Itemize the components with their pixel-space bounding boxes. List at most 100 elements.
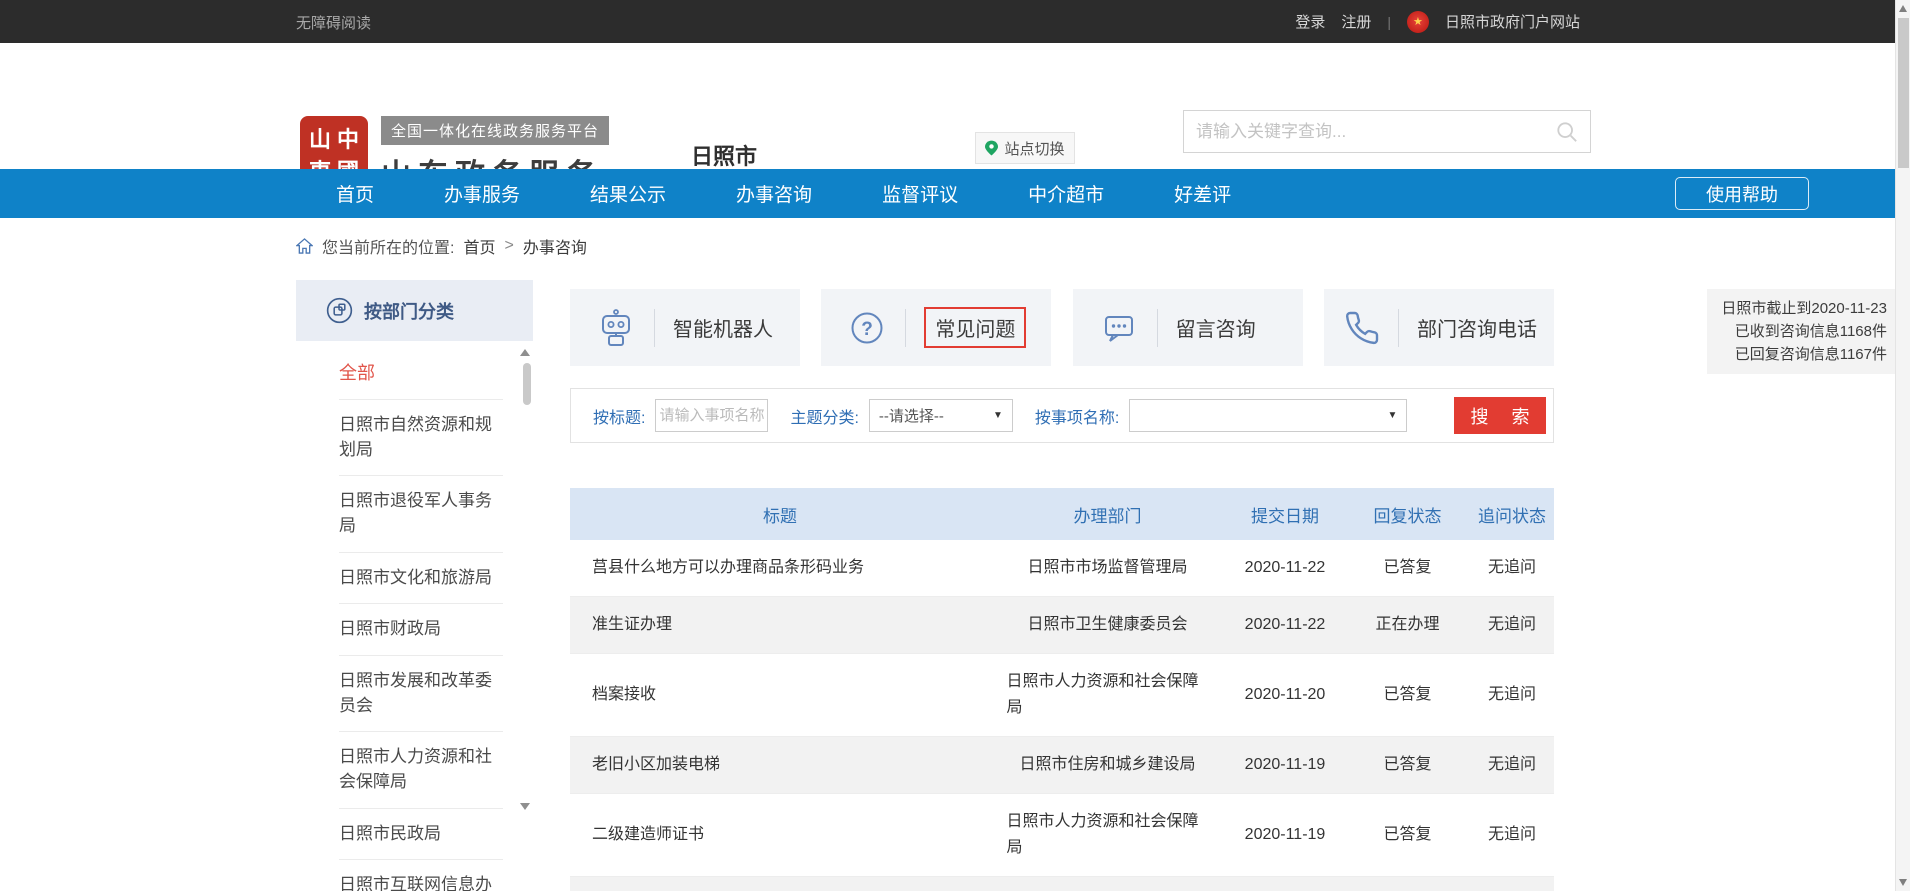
tab-divider (1157, 309, 1158, 347)
col-department: 办理部门 (990, 502, 1225, 527)
sidebar-item[interactable]: 日照市退役军人事务局 (339, 476, 503, 552)
row-title-link[interactable]: 准生证办理 (570, 597, 990, 653)
row-title-link[interactable]: 老旧小区加装电梯 (570, 737, 990, 793)
nav-item[interactable]: 好差评 (1174, 180, 1231, 207)
topic-filter-label: 主题分类: (790, 404, 858, 428)
tab-divider (1398, 309, 1399, 347)
table-cell: 日照市住房和城乡建设局 (990, 737, 1225, 793)
sidebar-scrollbar-thumb[interactable] (523, 363, 531, 405)
table-row: 二级建造师证书日照市人力资源和社会保障局2020-11-19已答复无追问 (570, 794, 1554, 877)
item-select[interactable]: ▼ (1129, 399, 1407, 432)
table-cell: 无追问 (1470, 737, 1554, 793)
tab-faq-label-highlighted: 常见问题 (924, 307, 1026, 348)
header: 山 中 東 國 全国一体化在线政务服务平台 山东政务服务 日照市 站点切换 全部… (0, 43, 1910, 169)
col-date: 提交日期 (1225, 502, 1345, 527)
register-link[interactable]: 注册 (1341, 11, 1371, 32)
main-content: 智能机器人 ? 常见问题 留言咨询 (570, 289, 1554, 891)
sidebar-scroll-up-icon[interactable] (520, 349, 530, 356)
consult-tabs: 智能机器人 ? 常见问题 留言咨询 (570, 289, 1554, 366)
tab-divider (905, 309, 906, 347)
table-cell: 2020-11-22 (1225, 597, 1345, 653)
page-scrollbar-thumb[interactable] (1898, 18, 1909, 168)
main-nav: 首页 办事服务 结果公示 办事咨询 监督评议 中介超市 好差评 使用帮助 (0, 169, 1910, 218)
title-filter-label: 按标题: (593, 404, 645, 428)
title-filter-input[interactable] (655, 399, 768, 432)
site-switch-button[interactable]: 站点切换 (975, 132, 1075, 164)
sidebar-body: 全部日照市自然资源和规划局日照市退役军人事务局日照市文化和旅游局日照市财政局日照… (296, 341, 533, 891)
nav-item[interactable]: 办事咨询 (736, 180, 812, 207)
portal-link[interactable]: 日照市政府门户网站 (1445, 11, 1580, 32)
login-link[interactable]: 登录 (1295, 11, 1325, 32)
accessibility-link[interactable]: 无障碍阅读 (296, 12, 371, 33)
category-icon (326, 297, 353, 324)
nav-item[interactable]: 结果公示 (590, 180, 666, 207)
row-title-link[interactable]: 二级建造师证书 (570, 807, 990, 863)
sidebar-list: 全部日照市自然资源和规划局日照市退役军人事务局日照市文化和旅游局日照市财政局日照… (296, 341, 533, 891)
nav-item[interactable]: 中介超市 (1028, 180, 1104, 207)
stats-line-2: 已收到咨询信息1168件 (1717, 320, 1887, 343)
table-row: 莒县什么地方可以办理商品条形码业务日照市市场监督管理局2020-11-22已答复… (570, 540, 1554, 597)
chevron-down-icon: ▼ (993, 410, 1003, 421)
tab-faq[interactable]: ? 常见问题 (821, 289, 1051, 366)
robot-icon (596, 308, 636, 348)
table-cell: 日照市市场监督管理局 (990, 540, 1225, 596)
breadcrumb: 您当前所在的位置: 首页 > 办事咨询 (296, 234, 587, 258)
sidebar-item[interactable]: 日照市文化和旅游局 (339, 553, 503, 605)
table-cell: 无追问 (1470, 667, 1554, 723)
topic-select[interactable]: --请选择-- ▼ (869, 399, 1013, 432)
table-cell: 日照市卫生健康委员会 (990, 597, 1225, 653)
question-icon: ? (847, 308, 887, 348)
row-title-link[interactable]: 莒县什么地方可以办理商品条形码业务 (570, 540, 990, 596)
nav-item[interactable]: 办事服务 (444, 180, 520, 207)
table-cell: 已答复 (1345, 737, 1470, 793)
table-row: 档案接收日照市人力资源和社会保障局2020-11-20已答复无追问 (570, 654, 1554, 737)
svg-text:?: ? (862, 319, 874, 340)
sidebar-item[interactable]: 日照市财政局 (339, 604, 503, 656)
breadcrumb-separator: > (504, 237, 513, 255)
table-cell: 已答复 (1345, 540, 1470, 596)
filter-bar: 按标题: 主题分类: --请选择-- ▼ 按事项名称: ▼ 搜 索 (570, 388, 1554, 443)
breadcrumb-home[interactable]: 首页 (463, 234, 495, 258)
keyword-search-input[interactable] (1196, 122, 1556, 142)
search-button[interactable]: 搜 索 (1454, 397, 1546, 434)
breadcrumb-prefix: 您当前所在的位置: (322, 234, 454, 258)
table-cell: 日照市人力资源和社会保障局 (990, 654, 1225, 736)
sidebar-item[interactable]: 日照市互联网信息办 (339, 860, 503, 891)
sidebar-item[interactable]: 日照市自然资源和规划局 (339, 400, 503, 476)
nav-item[interactable]: 首页 (336, 180, 374, 207)
col-followup-status: 追问状态 (1470, 502, 1554, 527)
tab-smart-robot[interactable]: 智能机器人 (570, 289, 800, 366)
city-name: 日照市 (691, 139, 757, 171)
topbar-divider: | (1387, 14, 1391, 30)
table-cell: 日照市人力资源和社会保障局 (990, 794, 1225, 876)
table-cell: 已答复 (1345, 807, 1470, 863)
national-emblem-icon: ★ (1407, 11, 1429, 33)
table-cell: 正在办理 (1345, 597, 1470, 653)
message-icon (1099, 308, 1139, 348)
tab-message-consult[interactable]: 留言咨询 (1073, 289, 1303, 366)
stats-line-1: 日照市截止到2020-11-23 (1717, 297, 1887, 320)
keyword-search-box (1183, 110, 1591, 153)
tab-divider (654, 309, 655, 347)
location-pin-icon (985, 140, 998, 156)
table-body: 莒县什么地方可以办理商品条形码业务日照市市场监督管理局2020-11-22已答复… (570, 540, 1554, 877)
sidebar-item[interactable]: 日照市民政局 (339, 809, 503, 861)
nav-item[interactable]: 监督评议 (882, 180, 958, 207)
top-bar: 无障碍阅读 登录 注册 | ★ 日照市政府门户网站 (0, 0, 1910, 43)
page-scrollbar[interactable] (1895, 0, 1910, 891)
row-title-link[interactable]: 档案接收 (570, 667, 990, 723)
table-cell: 2020-11-22 (1225, 540, 1345, 596)
scroll-down-icon[interactable] (1899, 879, 1907, 886)
sidebar-scroll-down-icon[interactable] (520, 803, 530, 810)
tab-department-phone[interactable]: 部门咨询电话 (1324, 289, 1554, 366)
phone-icon (1344, 310, 1380, 346)
scroll-up-icon[interactable] (1899, 5, 1907, 12)
sidebar-item[interactable]: 日照市发展和改革委员会 (339, 656, 503, 732)
col-title: 标题 (570, 502, 990, 527)
help-button[interactable]: 使用帮助 (1675, 177, 1809, 210)
stats-line-3: 已回复咨询信息1167件 (1717, 343, 1887, 366)
sidebar-item[interactable]: 全部 (339, 347, 503, 400)
chevron-down-icon: ▼ (1387, 410, 1397, 421)
sidebar-item[interactable]: 日照市人力资源和社会保障局 (339, 732, 503, 808)
search-icon[interactable] (1556, 121, 1578, 143)
